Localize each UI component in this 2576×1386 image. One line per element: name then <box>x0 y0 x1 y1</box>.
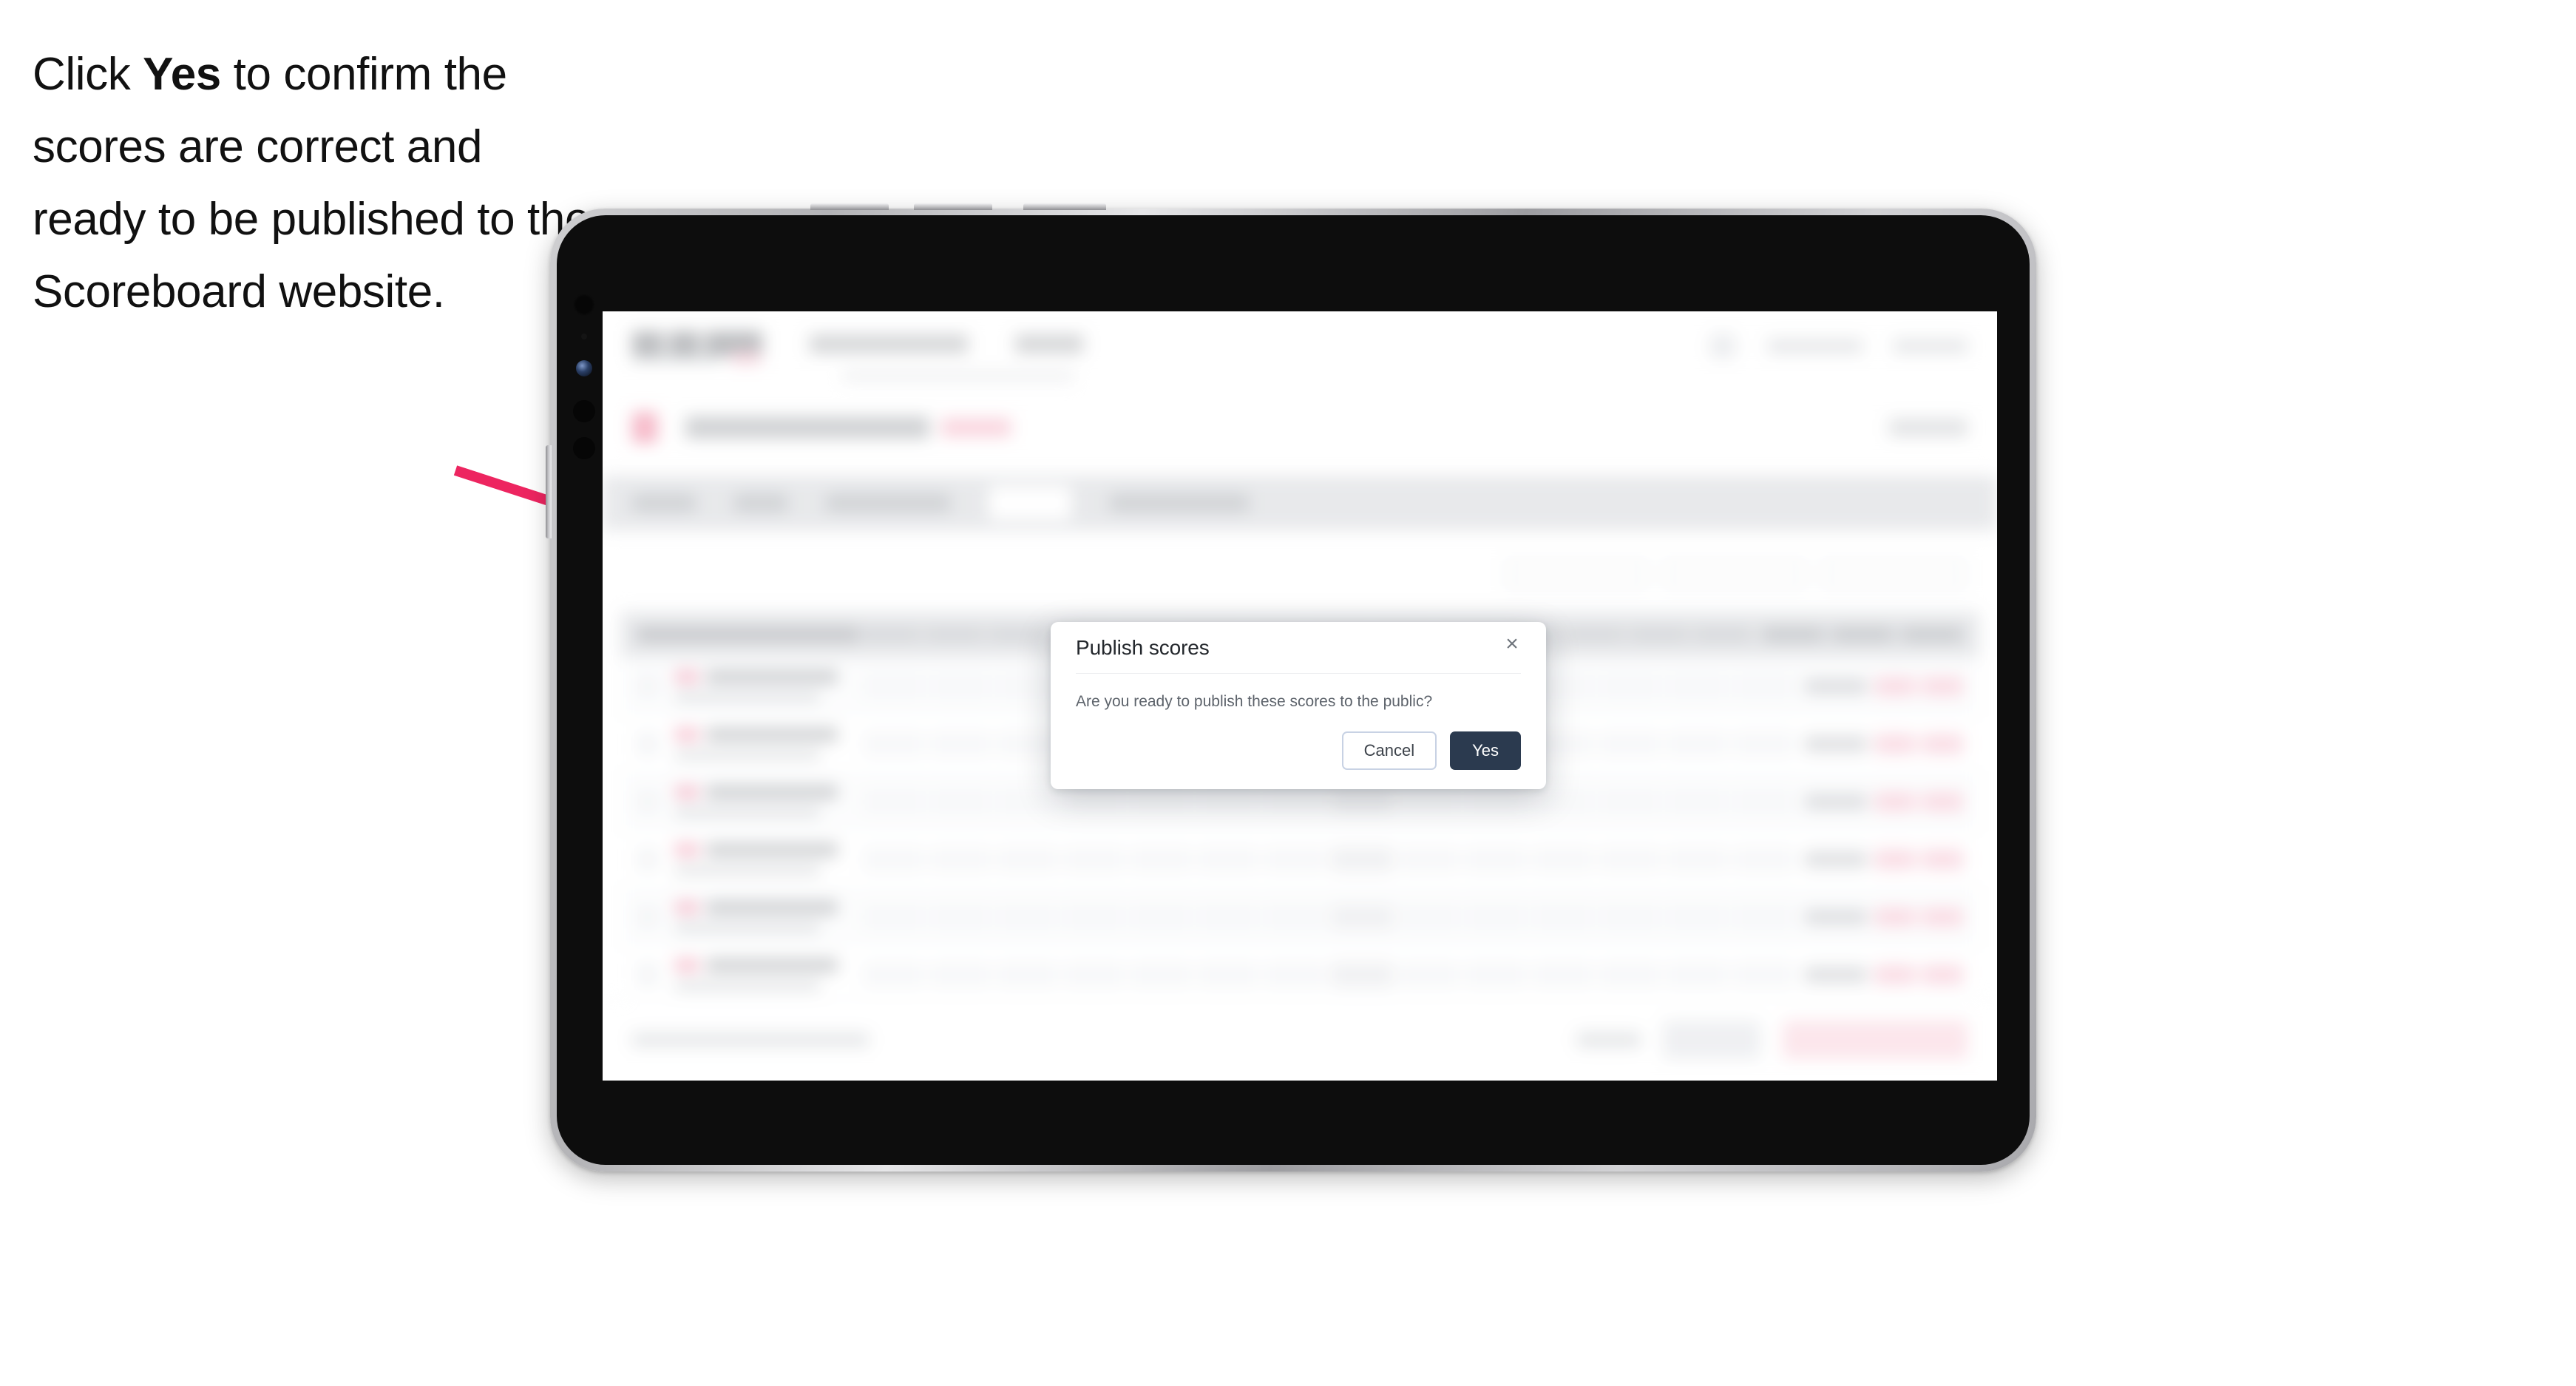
instruction-emphasis-yes: Yes <box>143 49 221 100</box>
power-button[interactable] <box>1023 203 1106 210</box>
volume-up-button[interactable] <box>810 203 889 210</box>
yes-confirm-button[interactable]: Yes <box>1450 731 1521 770</box>
flood-illuminator-icon <box>573 437 595 459</box>
instruction-text: Click Yes to confirm the scores are corr… <box>33 38 594 328</box>
infrared-sensor-icon <box>573 400 595 422</box>
screenshot-canvas: Click Yes to confirm the scores are corr… <box>0 0 2576 1386</box>
dialog-header: Publish scores × <box>1076 622 1521 674</box>
camera-lens-icon <box>576 360 592 376</box>
tablet-screen: Publish scores × Are you ready to publis… <box>603 311 1997 1081</box>
dialog-message: Are you ready to publish these scores to… <box>1076 693 1433 710</box>
cancel-button[interactable]: Cancel <box>1341 731 1437 770</box>
close-icon[interactable]: × <box>1499 631 1525 657</box>
volume-down-button[interactable] <box>914 203 992 210</box>
instruction-part-1: Click <box>33 49 143 100</box>
front-camera-icon <box>573 294 595 316</box>
ambient-sensor-icon <box>581 334 587 339</box>
publish-scores-dialog: Publish scores × Are you ready to publis… <box>1051 622 1546 789</box>
side-button[interactable] <box>546 445 552 538</box>
tablet-body: Publish scores × Are you ready to publis… <box>557 215 2030 1165</box>
dialog-title: Publish scores <box>1076 635 1210 659</box>
tablet-device: Publish scores × Are you ready to publis… <box>546 203 2036 1172</box>
dialog-footer: Cancel Yes <box>1341 731 1521 770</box>
